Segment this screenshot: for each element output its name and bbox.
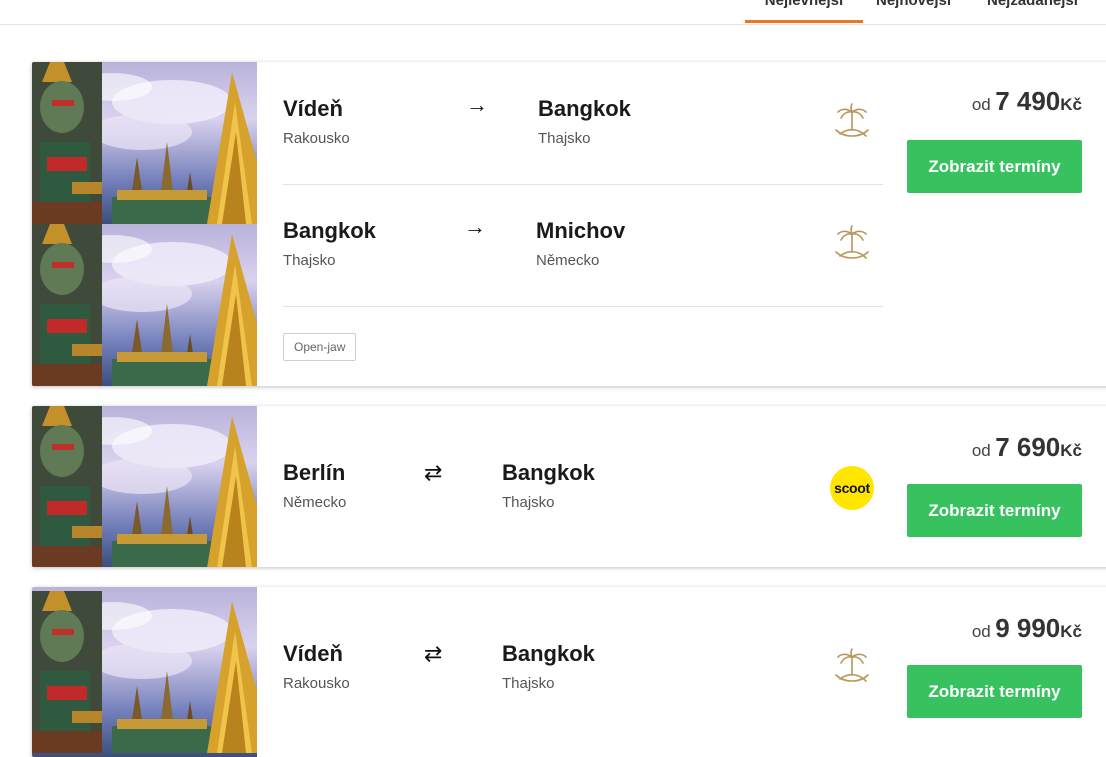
destination-country: Thajsko xyxy=(538,130,591,147)
round-trip-arrows-icon: ⇄ xyxy=(424,641,443,666)
destination-city: Bangkok xyxy=(538,96,631,121)
show-dates-button[interactable]: Zobrazit termíny xyxy=(907,140,1082,193)
price: od 7 690Kč xyxy=(972,432,1082,463)
origin-city: Berlín xyxy=(283,460,346,485)
saudia-palm-logo-icon xyxy=(830,224,874,268)
price-currency: Kč xyxy=(1060,622,1082,641)
saudia-palm-logo-icon xyxy=(830,102,874,146)
tab-newest[interactable]: Nejnovější xyxy=(876,0,951,23)
price-amount: 7 690 xyxy=(995,432,1061,462)
origin-country: Rakousko xyxy=(283,675,350,692)
origin-city: Bangkok xyxy=(283,218,376,243)
price-currency: Kč xyxy=(1060,95,1082,114)
price-amount: 9 990 xyxy=(995,613,1061,643)
destination-country: Německo xyxy=(536,252,600,269)
saudia-palm-logo-icon xyxy=(830,647,874,691)
destination-city: Mnichov xyxy=(536,218,626,243)
price-amount: 7 490 xyxy=(995,86,1061,116)
destination-city: Bangkok xyxy=(502,460,595,485)
show-dates-button[interactable]: Zobrazit termíny xyxy=(907,665,1082,718)
sort-tabs: Nejlevnější Nejnovější Nejžádanější xyxy=(0,0,1106,25)
origin-country: Rakousko xyxy=(283,130,350,147)
price-prefix: od xyxy=(971,622,991,641)
price: od 9 990Kč xyxy=(972,613,1082,644)
destination-photo xyxy=(32,62,257,224)
origin-city: Vídeň xyxy=(283,96,343,121)
origin-country: Německo xyxy=(283,494,347,511)
destination-country: Thajsko xyxy=(502,494,555,511)
offer-card[interactable]: Vídeň Rakousko → Bangkok Thajsko Bangkok… xyxy=(32,62,1106,386)
one-way-arrow-icon: → xyxy=(464,214,486,239)
destination-country: Thajsko xyxy=(502,675,555,692)
destination-photo xyxy=(32,587,257,757)
scoot-logo-icon: scoot xyxy=(830,466,874,510)
destination-photo xyxy=(32,406,257,567)
destination-photo xyxy=(32,224,257,386)
origin-city: Vídeň xyxy=(283,641,343,666)
one-way-arrow-icon: → xyxy=(466,92,488,117)
price: od 7 490Kč xyxy=(972,86,1082,117)
tab-cheapest[interactable]: Nejlevnější xyxy=(745,0,863,23)
round-trip-arrows-icon: ⇄ xyxy=(424,460,443,485)
divider xyxy=(283,306,883,307)
open-jaw-badge: Open-jaw xyxy=(283,333,357,361)
show-dates-button[interactable]: Zobrazit termíny xyxy=(907,484,1082,537)
price-prefix: od xyxy=(971,441,991,460)
offer-card[interactable]: Berlín Německo ⇄ Bangkok Thajsko scoot o… xyxy=(32,406,1106,567)
tab-most-popular[interactable]: Nejžádanější xyxy=(987,0,1078,23)
price-prefix: od xyxy=(971,95,991,114)
price-currency: Kč xyxy=(1060,441,1082,460)
destination-city: Bangkok xyxy=(502,641,595,666)
offer-card[interactable]: Vídeň Rakousko ⇄ Bangkok Thajsko od 9 99… xyxy=(32,587,1106,757)
divider xyxy=(283,184,883,185)
origin-country: Thajsko xyxy=(283,252,336,269)
